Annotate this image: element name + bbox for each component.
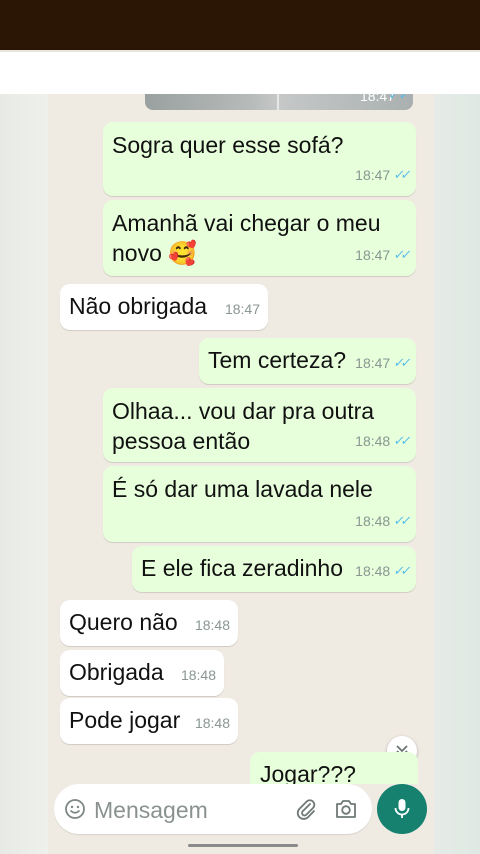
message-time: 18:48 bbox=[194, 715, 230, 731]
outgoing-message[interactable]: Olhaa... vou dar pra outra pessoa então … bbox=[103, 388, 416, 462]
read-ticks-icon: ✓✓ bbox=[392, 355, 410, 370]
incoming-message[interactable]: Obrigada 18:48 bbox=[60, 650, 224, 696]
microphone-icon bbox=[394, 799, 410, 818]
incoming-message[interactable]: Não obrigada 18:47 bbox=[60, 284, 268, 330]
message-time: 18:48 bbox=[355, 513, 391, 529]
read-ticks-icon: ✓✓ bbox=[392, 433, 410, 448]
message-time: 18:47 bbox=[355, 247, 391, 263]
image-message[interactable]: 18:47 ✓✓ bbox=[145, 94, 413, 110]
message-text: E ele fica zeradinho bbox=[141, 555, 344, 581]
image-divider bbox=[277, 94, 279, 110]
message-input[interactable] bbox=[92, 792, 296, 828]
read-ticks-icon: ✓✓ bbox=[392, 167, 410, 182]
message-text: Amanhã vai chegar o meu novo 🥰 bbox=[112, 210, 381, 266]
message-text: Pode jogar bbox=[69, 707, 181, 733]
outgoing-message[interactable]: Sogra quer esse sofá? 18:47 ✓✓ bbox=[103, 122, 416, 196]
outgoing-message[interactable]: É só dar uma lavada nele 18:48 ✓✓ bbox=[103, 466, 416, 542]
message-text: Não obrigada bbox=[69, 293, 208, 319]
voice-message-button[interactable] bbox=[377, 784, 427, 834]
message-text: Jogar??? bbox=[260, 761, 356, 784]
status-bar bbox=[0, 0, 480, 50]
chat-area[interactable]: 18:47 ✓✓ Sogra quer esse sofá? 18:47 ✓✓ A… bbox=[48, 94, 434, 784]
message-time: 18:47 bbox=[355, 355, 391, 371]
camera-icon[interactable] bbox=[334, 798, 358, 820]
home-indicator bbox=[188, 844, 298, 847]
message-time: 18:48 bbox=[194, 617, 230, 633]
incoming-message[interactable]: Pode jogar 18:48 bbox=[60, 698, 238, 744]
read-ticks-icon: ✓✓ bbox=[392, 563, 410, 578]
outgoing-message-partial[interactable]: Jogar??? bbox=[250, 752, 418, 784]
message-time: 18:47 bbox=[355, 167, 391, 183]
message-text: Tem certeza? bbox=[208, 347, 347, 373]
outgoing-message[interactable]: Amanhã vai chegar o meu novo 🥰 18:47 ✓✓ bbox=[103, 200, 416, 276]
background-left bbox=[0, 94, 48, 854]
message-text: Quero não bbox=[69, 609, 178, 635]
message-text: É só dar uma lavada nele bbox=[112, 476, 373, 502]
message-text: Olhaa... vou dar pra outra pessoa então bbox=[112, 398, 375, 454]
message-text: Obrigada bbox=[69, 659, 164, 685]
emoji-icon[interactable] bbox=[64, 798, 86, 820]
incoming-message[interactable]: Quero não 18:48 bbox=[60, 600, 238, 646]
message-time: 18:47 bbox=[224, 301, 260, 317]
outgoing-message[interactable]: Tem certeza? 18:47 ✓✓ bbox=[199, 338, 416, 384]
paperclip-icon[interactable] bbox=[294, 797, 318, 821]
outgoing-message[interactable]: E ele fica zeradinho 18:48 ✓✓ bbox=[132, 546, 416, 592]
read-ticks-icon: ✓✓ bbox=[388, 94, 409, 102]
message-time: 18:48 bbox=[355, 433, 391, 449]
header-strip bbox=[0, 50, 480, 96]
read-ticks-icon: ✓✓ bbox=[392, 513, 410, 528]
message-time: 18:48 bbox=[180, 667, 216, 683]
message-text: Sogra quer esse sofá? bbox=[112, 132, 344, 158]
message-input-bar[interactable] bbox=[54, 784, 372, 834]
read-ticks-icon: ✓✓ bbox=[392, 247, 410, 262]
outgoing-message[interactable]: Jogar??? bbox=[250, 752, 418, 784]
background-right bbox=[434, 94, 480, 854]
message-time: 18:48 bbox=[355, 563, 391, 579]
